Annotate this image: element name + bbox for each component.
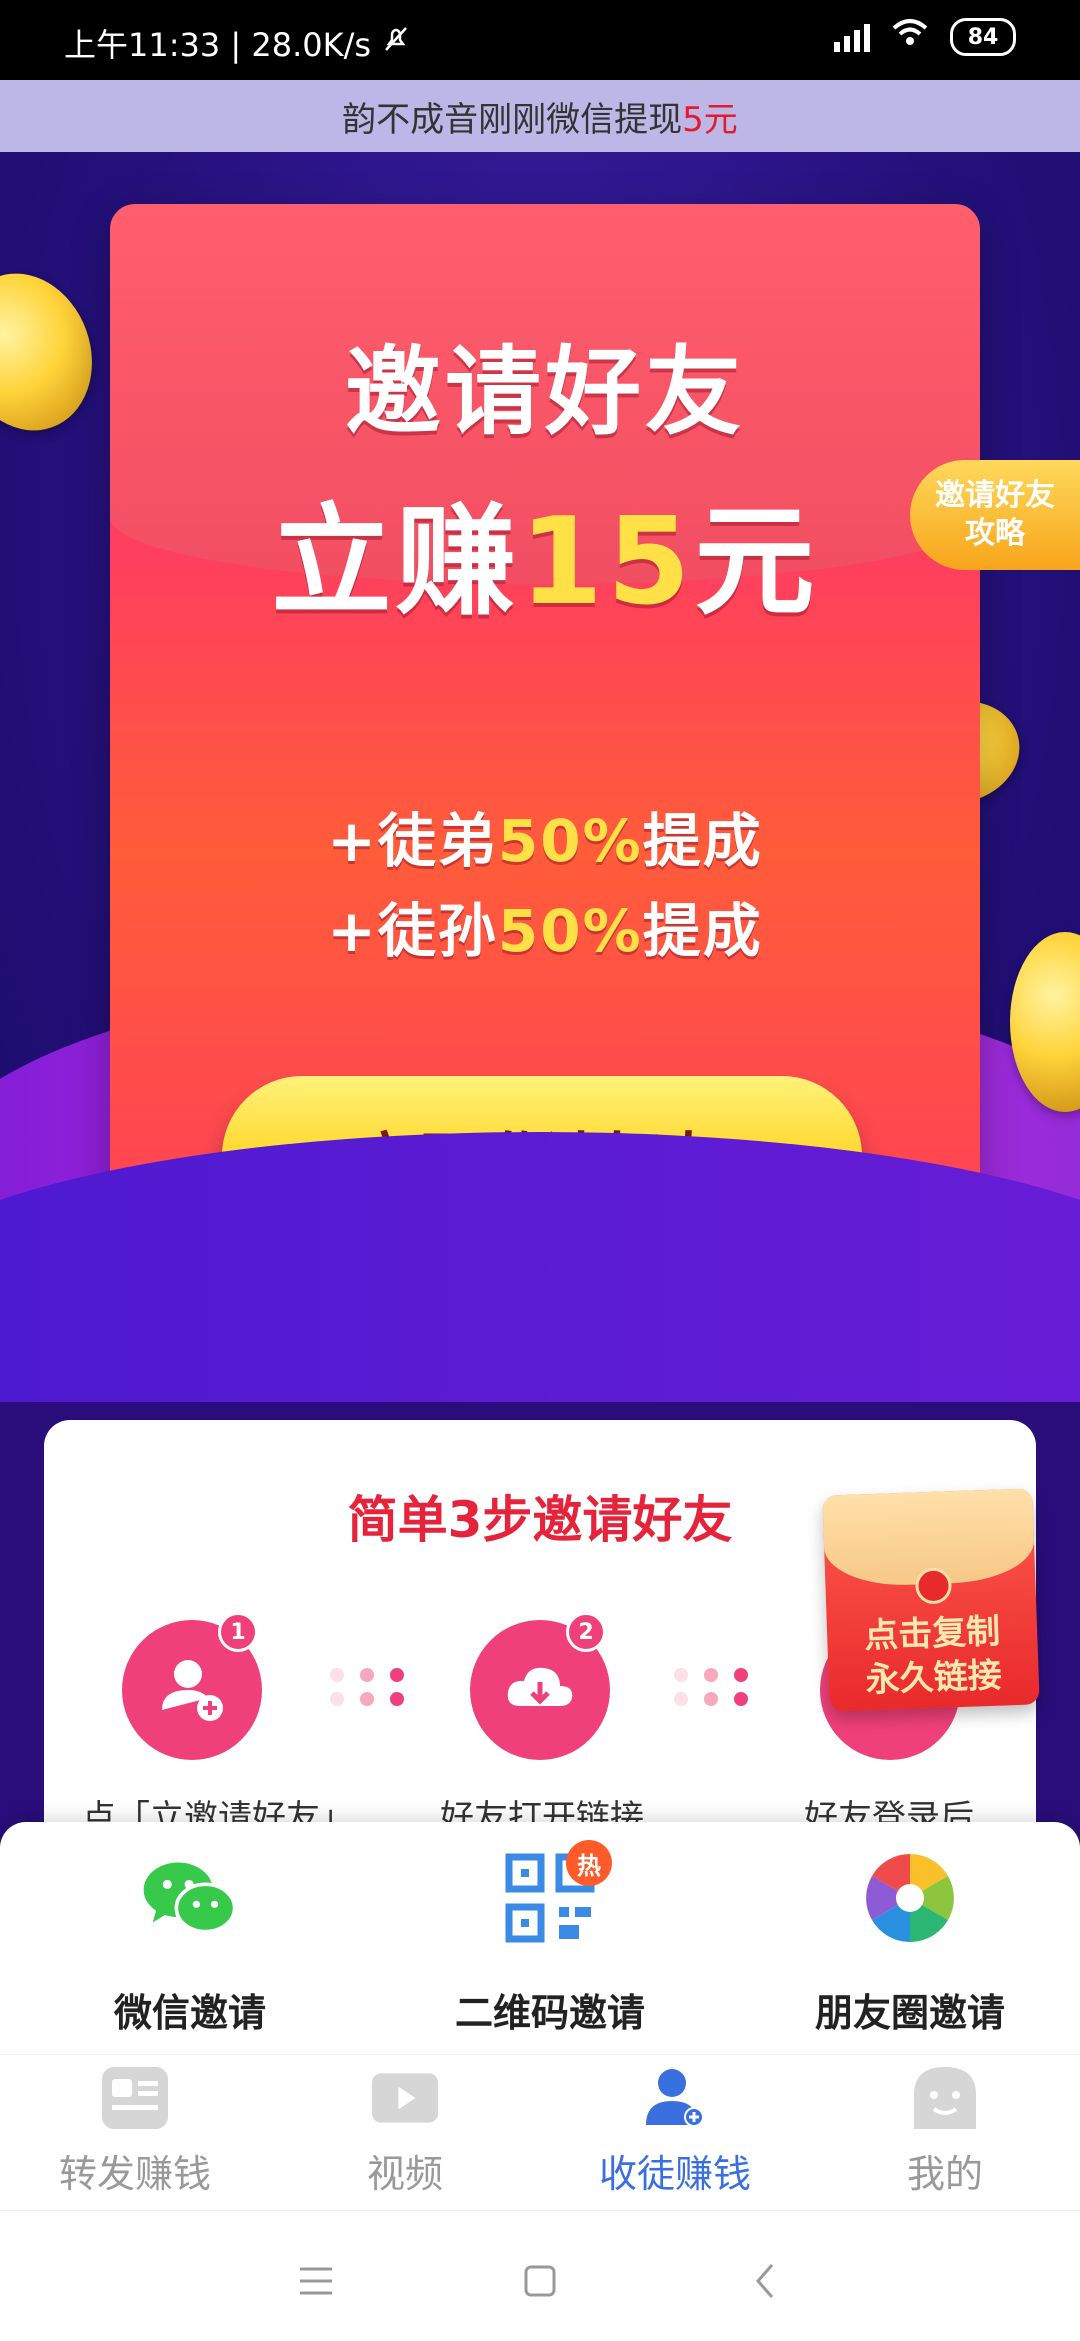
- bottom-tab-bar: 转发赚钱 视频 收徒赚钱 我的: [0, 2054, 1080, 2211]
- envelope-text: 点击复制 永久链接: [826, 1608, 1039, 1703]
- coin-icon: [0, 254, 114, 450]
- bonus-grand-suffix: 提成: [642, 897, 763, 965]
- bonus-grand-pct: 50%: [497, 897, 643, 965]
- reward-amount: 15: [519, 493, 695, 632]
- moments-icon: [860, 1848, 960, 1948]
- envelope-seal-icon: [914, 1567, 953, 1605]
- withdraw-ticker: 韵不成音刚刚微信提现 5元: [0, 80, 1080, 152]
- news-icon: [100, 2063, 170, 2133]
- hero-banner: 邀请好友 立赚15元 +徒弟50%提成 +徒孙50%提成 立即邀请好友 邀请好友…: [0, 152, 1080, 1402]
- tab-label: 收徒赚钱: [598, 2152, 751, 2196]
- menu-icon[interactable]: [286, 2251, 346, 2311]
- back-icon[interactable]: [736, 2251, 796, 2311]
- reward-suffix: 元: [694, 493, 819, 632]
- step-2: 2: [470, 1612, 610, 1760]
- invite-card: 邀请好友 立赚15元 +徒弟50%提成 +徒孙50%提成 立即邀请好友: [110, 204, 980, 1284]
- bonus-apprentice-prefix: +徒弟: [327, 807, 498, 875]
- wave-decoration-front: [0, 1132, 1080, 1402]
- bonus-apprentice-pct: 50%: [497, 807, 643, 875]
- strategy-line2: 攻略: [965, 516, 1025, 551]
- battery-level: 84: [967, 24, 999, 50]
- status-left: 上午11:33 | 28.0K/s: [64, 20, 411, 66]
- step-connector-dots: [674, 1668, 750, 1706]
- bonus-grand-apprentice: +徒孙50%提成: [110, 884, 980, 968]
- mute-icon: [381, 24, 411, 62]
- copy-link-envelope-button[interactable]: 点击复制 永久链接: [822, 1488, 1040, 1712]
- reward-headline: 立赚15元: [110, 464, 980, 638]
- signal-icon: [834, 22, 870, 52]
- bonus-apprentice: +徒弟50%提成: [110, 794, 980, 878]
- share-sheet: 微信邀请 热 二维码邀请 朋友圈邀请: [0, 1822, 1080, 2054]
- status-time-speed: 上午11:33 | 28.0K/s: [64, 26, 372, 64]
- ticker-message: 韵不成音刚刚微信提现: [342, 99, 683, 140]
- wechat-icon: [140, 1848, 240, 1948]
- tab-label: 视频: [366, 2152, 443, 2196]
- home-icon[interactable]: [510, 2251, 570, 2311]
- envelope-line2: 永久链接: [865, 1655, 1003, 1701]
- step-connector-dots: [330, 1668, 406, 1706]
- tab-profile[interactable]: 我的: [810, 2055, 1080, 2211]
- bonus-grand-prefix: +徒孙: [327, 897, 498, 965]
- step-badge: 1: [218, 1612, 258, 1652]
- share-qrcode-label: 二维码邀请: [454, 1991, 645, 2035]
- bonus-apprentice-suffix: 提成: [642, 807, 763, 875]
- profile-icon: [910, 2063, 980, 2133]
- invite-strategy-button[interactable]: 邀请好友 攻略: [910, 460, 1080, 570]
- share-wechat-label: 微信邀请: [113, 1991, 266, 2035]
- tab-label: 我的: [906, 2152, 983, 2196]
- tab-invite-earn[interactable]: 收徒赚钱: [540, 2055, 810, 2211]
- reward-prefix: 立赚: [271, 493, 520, 632]
- step-badge: 2: [566, 1612, 606, 1652]
- video-icon: [370, 2063, 440, 2133]
- ticker-amount: 5元: [682, 99, 738, 140]
- status-right: 84: [834, 18, 1016, 56]
- hot-badge: 热: [566, 1840, 612, 1886]
- share-moments-label: 朋友圈邀请: [814, 1991, 1005, 2035]
- share-moments-button[interactable]: 朋友圈邀请: [730, 1822, 1080, 2054]
- wifi-icon: [890, 18, 930, 56]
- tab-forward-earn[interactable]: 转发赚钱: [0, 2055, 270, 2211]
- tab-video[interactable]: 视频: [270, 2055, 540, 2211]
- qrcode-icon: 热: [500, 1840, 612, 1948]
- status-bar: 上午11:33 | 28.0K/s 84: [0, 0, 1080, 80]
- envelope-line1: 点击复制: [863, 1611, 1001, 1657]
- strategy-line1: 邀请好友: [935, 478, 1055, 513]
- cloud-download-icon: [500, 1648, 580, 1732]
- system-nav-bar: [0, 2210, 1080, 2341]
- share-qrcode-button[interactable]: 热 二维码邀请: [370, 1822, 730, 2054]
- share-wechat-button[interactable]: 微信邀请: [10, 1822, 370, 2054]
- invite-user-icon: [640, 2063, 710, 2133]
- battery-icon: 84: [950, 18, 1016, 56]
- step-1: 1: [122, 1612, 262, 1760]
- tab-label: 转发赚钱: [58, 2152, 211, 2196]
- headline: 邀请好友: [345, 336, 745, 448]
- add-user-icon: [152, 1648, 232, 1732]
